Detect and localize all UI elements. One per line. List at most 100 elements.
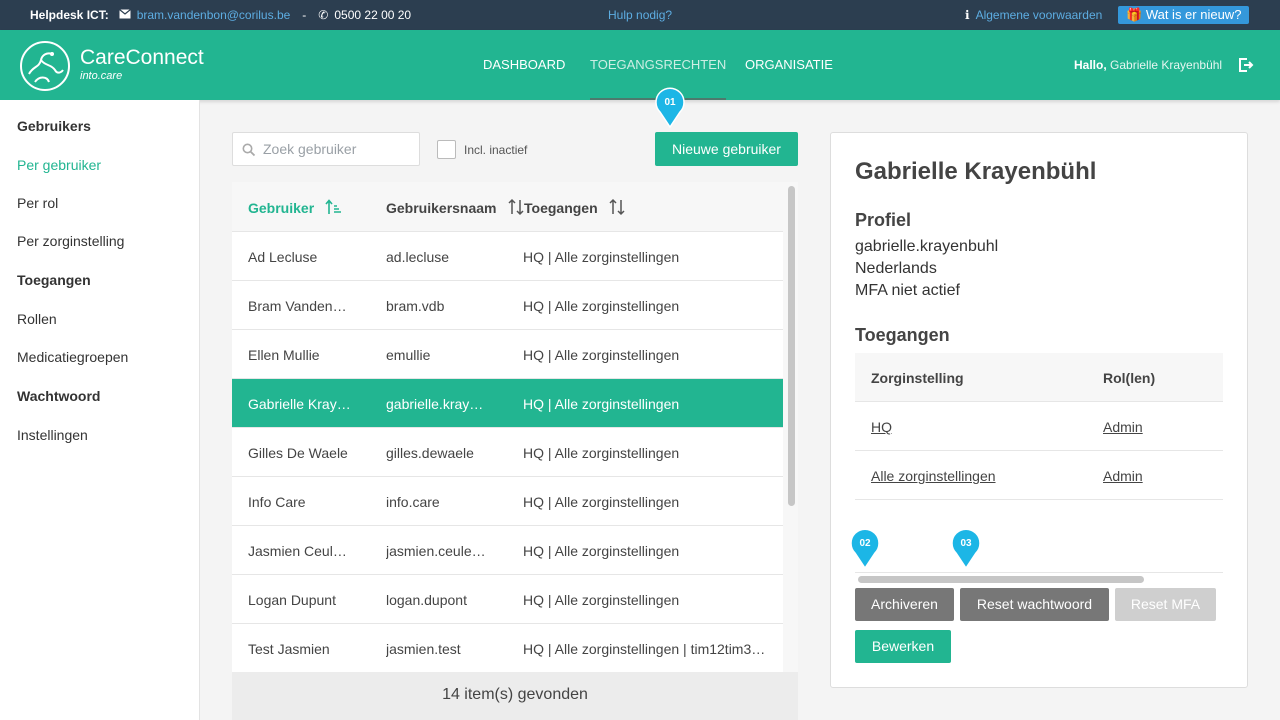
terms-link[interactable]: ℹ Algemene voorwaarden [965,8,1102,22]
cell-access: HQ | Alle zorginstellingen [523,494,680,510]
cell-user: Bram Vandenbon [248,298,352,314]
table-row[interactable]: Test Jasmien jasmien.test HQ | Alle zorg… [232,624,783,672]
cell-username: gabrielle.krayenbuhl [386,396,491,412]
column-header-toegangen[interactable]: Toegangen [524,200,598,216]
role-link[interactable]: Admin [1103,468,1143,484]
access-row: HQ Admin [855,402,1223,451]
search-box [232,132,420,166]
separator: - [302,8,307,22]
sort-ascending-icon[interactable] [325,198,343,216]
nav-organisatie[interactable]: ORGANISATIE [745,30,833,100]
table-row[interactable]: Logan Dupunt logan.dupont HQ | Alle zorg… [232,575,783,624]
nav-dashboard[interactable]: DASHBOARD [483,30,565,100]
reset-password-button[interactable]: Reset wachtwoord [960,588,1109,621]
sidebar: Gebruikers Per gebruiker Per rol Per zor… [0,100,200,720]
archive-button[interactable]: Archiveren [855,588,954,621]
sidebar-item-instellingen[interactable]: Instellingen [17,427,88,443]
facility-link[interactable]: Alle zorginstellingen [871,468,996,484]
gift-icon: 🎁 [1126,7,1143,22]
access-heading: Toegangen [855,325,950,345]
table-scrollbar-thumb[interactable] [788,186,795,506]
table-row[interactable]: Bram Vandenbon bram.vdb HQ | Alle zorgin… [232,281,783,330]
sidebar-item-rollen[interactable]: Rollen [17,311,57,327]
cell-username: ad.lecluse [386,249,450,265]
sidebar-heading-gebruikers: Gebruikers [17,118,91,134]
top-bar: Helpdesk ICT: bram.vandenbon@corilus.be … [0,0,1280,30]
access-table-scrollbar-thumb[interactable] [858,576,1144,583]
help-link[interactable]: Hulp nodig? [608,8,672,22]
cell-user: Gabrielle Krayenbühl [248,396,352,412]
cell-access: HQ | Alle zorginstellingen | tim12tim3ti… [523,641,768,657]
table-row[interactable]: Ellen Mullie emullie HQ | Alle zorginste… [232,330,783,379]
logout-icon[interactable] [1238,57,1254,73]
new-user-button[interactable]: Nieuwe gebruiker [655,132,798,166]
table-row[interactable]: Ad Lecluse ad.lecluse HQ | Alle zorginst… [232,232,783,281]
whats-new-label: Wat is er nieuw? [1145,7,1242,22]
sort-icon[interactable] [608,198,626,216]
envelope-icon [118,8,131,22]
table-row[interactable]: Info Care info.care HQ | Alle zorginstel… [232,477,783,526]
include-inactive-label: Incl. inactief [464,143,528,157]
cell-access: HQ | Alle zorginstellingen [523,298,680,314]
cell-user: Info Care [248,494,306,510]
marker-label: 02 [859,538,871,549]
user-detail-panel: Gabrielle Krayenbühl Profiel gabrielle.k… [830,132,1248,688]
table-row[interactable]: Jasmien Ceulemans jasmien.ceulemans HQ |… [232,526,783,575]
cell-access: HQ | Alle zorginstellingen [523,592,680,608]
sidebar-item-per-zorginstelling[interactable]: Per zorginstelling [17,233,124,249]
cell-user: Test Jasmien [248,641,330,657]
sidebar-heading-toegangen: Toegangen [17,272,91,288]
reset-mfa-button: Reset MFA [1115,588,1216,621]
search-input[interactable] [263,133,413,165]
role-link[interactable]: Admin [1103,419,1143,435]
user-name: Gabrielle Krayenbühl [1110,58,1223,72]
column-header-rollen: Rol(len) [1103,370,1156,386]
include-inactive-checkbox[interactable] [437,140,456,159]
access-table-header: Zorginstelling Rol(len) [855,353,1223,402]
cell-username: jasmien.test [386,641,461,657]
phone-icon: ✆ [318,8,329,22]
user-greeting: Hallo, Gabrielle Krayenbühl [1074,58,1222,72]
sort-icon[interactable] [507,198,525,216]
cell-username: jasmien.ceulemans [386,543,491,559]
marker-pin-03[interactable]: 03 [950,527,982,569]
cell-access: HQ | Alle zorginstellingen [523,445,680,461]
marker-pin-01[interactable]: 01 [654,86,686,128]
profile-mfa-status: MFA niet actief [855,282,960,299]
cell-username: logan.dupont [386,592,467,608]
column-header-gebruikersnaam[interactable]: Gebruikersnaam [386,200,497,216]
helpdesk-phone: 0500 22 00 20 [334,8,412,22]
sidebar-item-medicatiegroepen[interactable]: Medicatiegroepen [17,349,128,365]
facility-link[interactable]: HQ [871,419,892,435]
table-header: Gebruiker Gebruikersnaam Toegangen [232,182,783,232]
column-header-zorginstelling: Zorginstelling [871,370,964,386]
sidebar-item-per-rol[interactable]: Per rol [17,195,58,211]
brand-subtitle: into.care [80,70,123,82]
column-header-gebruiker[interactable]: Gebruiker [248,200,314,216]
cell-user: Gilles De Waele [248,445,348,461]
sidebar-item-per-gebruiker[interactable]: Per gebruiker [17,157,101,173]
table-row-selected[interactable]: Gabrielle Krayenbühl gabrielle.krayenbuh… [232,379,783,428]
search-icon [242,143,256,157]
cell-access: HQ | Alle zorginstellingen [523,396,680,412]
profile-language: Nederlands [855,260,937,277]
access-row: Alle zorginstellingen Admin [855,451,1223,500]
sidebar-heading-wachtwoord: Wachtwoord [17,388,101,404]
info-icon: ℹ [965,8,970,22]
table-footer-count: 14 item(s) gevonden [232,672,798,720]
main-header: CareConnect into.care DASHBOARD TOEGANGS… [0,30,1280,100]
marker-pin-02[interactable]: 02 [849,527,881,569]
whats-new-button[interactable]: 🎁 Wat is er nieuw? [1118,6,1250,24]
cell-username: bram.vdb [386,298,445,314]
careconnect-logo-icon[interactable] [19,40,71,92]
cell-username: info.care [386,494,440,510]
cell-user: Jasmien Ceulemans [248,543,352,559]
cell-user: Ellen Mullie [248,347,320,363]
access-table-scrollbar[interactable] [855,572,1223,586]
helpdesk-email-link[interactable]: bram.vandenbon@corilus.be [137,8,291,22]
profile-username: gabrielle.krayenbuhl [855,238,999,255]
marker-label: 03 [960,538,972,549]
brand-name: CareConnect [80,46,204,69]
table-row[interactable]: Gilles De Waele gilles.dewaele HQ | Alle… [232,428,783,477]
edit-button[interactable]: Bewerken [855,630,951,663]
